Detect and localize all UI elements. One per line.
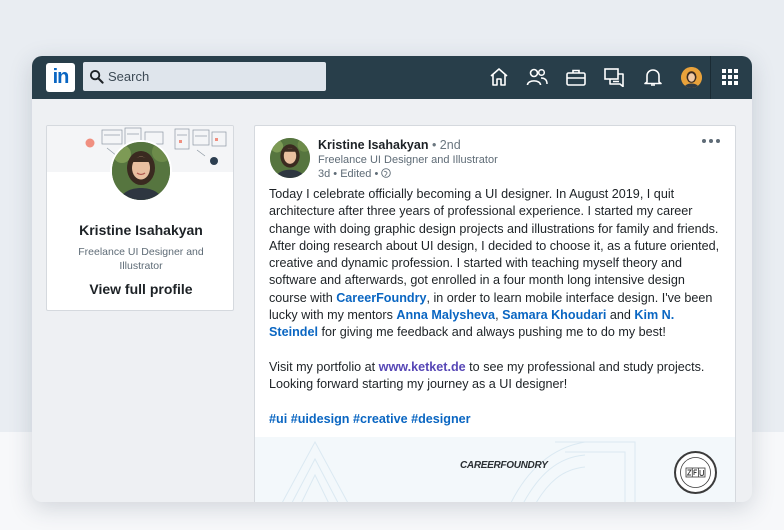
- author-avatar[interactable]: [270, 138, 310, 178]
- author-portrait: [270, 138, 310, 178]
- more-options-icon[interactable]: [701, 136, 721, 146]
- post-text: and: [606, 308, 635, 323]
- post-text: for giving me feedback and always pushin…: [318, 325, 666, 340]
- post-paragraph-1: Today I celebrate officially becoming a …: [269, 186, 725, 342]
- post-body: Today I celebrate officially becoming a …: [269, 186, 725, 445]
- search-icon: [89, 69, 104, 84]
- mention-samara-khoudari[interactable]: Samara Khoudari: [502, 308, 606, 322]
- linkedin-logo[interactable]: in: [46, 63, 75, 92]
- globe-icon: [381, 168, 392, 178]
- portfolio-link[interactable]: www.ketket.de: [379, 360, 466, 374]
- apps-grid-icon[interactable]: [721, 68, 739, 86]
- careerfoundry-logo: CAREERFOUNDRY: [460, 460, 548, 471]
- profile-photo[interactable]: [110, 140, 172, 202]
- profile-name: Kristine Isahakyan: [79, 222, 203, 238]
- search-bar[interactable]: Search: [83, 62, 326, 91]
- post-author-headline: Freelance UI Designer and Illustrator: [318, 154, 498, 166]
- top-nav-bar: in Search: [32, 56, 752, 99]
- notifications-icon[interactable]: [642, 67, 664, 87]
- zfu-certification-seal: [674, 451, 717, 494]
- profile-card: Kristine Isahakyan Freelance UI Designer…: [46, 125, 234, 311]
- seal-emblem: [680, 457, 711, 488]
- post-timestamp: 3d • Edited •: [318, 168, 379, 180]
- post-author-name[interactable]: Kristine Isahakyan: [318, 138, 428, 152]
- post-hashtags[interactable]: #ui #uidesign #creative #designer: [269, 411, 725, 428]
- post-image[interactable]: CAREERFOUNDRY: [255, 437, 735, 502]
- jobs-icon[interactable]: [565, 67, 587, 87]
- post-paragraph-2: Visit my portfolio at www.ketket.de to s…: [269, 359, 725, 394]
- post-text: Today I celebrate officially becoming a …: [269, 187, 720, 305]
- messaging-icon[interactable]: [603, 67, 625, 87]
- connection-degree: • 2nd: [431, 138, 461, 152]
- view-full-profile-link[interactable]: View full profile: [47, 281, 233, 297]
- nav-divider: [710, 56, 711, 99]
- avatar-portrait: [681, 67, 702, 88]
- post-text: Visit my portfolio at: [269, 359, 379, 374]
- post-meta: 3d • Edited •: [318, 168, 392, 180]
- home-icon[interactable]: [488, 67, 510, 87]
- profile-headline: Freelance UI Designer and Illustrator: [78, 246, 204, 272]
- feed-post: Kristine Isahakyan • 2nd Freelance UI De…: [254, 125, 736, 502]
- mention-anna-malysheva[interactable]: Anna Malysheva: [396, 308, 495, 322]
- search-placeholder: Search: [108, 69, 150, 84]
- profile-portrait: [112, 142, 170, 200]
- profile-avatar[interactable]: [681, 67, 702, 88]
- careerfoundry-mention[interactable]: CareerFoundry: [336, 291, 426, 305]
- my-network-icon[interactable]: [526, 67, 548, 87]
- browser-window: in Search Kristine Isahakyan Freelance U…: [32, 56, 752, 502]
- post-author-line: Kristine Isahakyan • 2nd: [318, 138, 461, 152]
